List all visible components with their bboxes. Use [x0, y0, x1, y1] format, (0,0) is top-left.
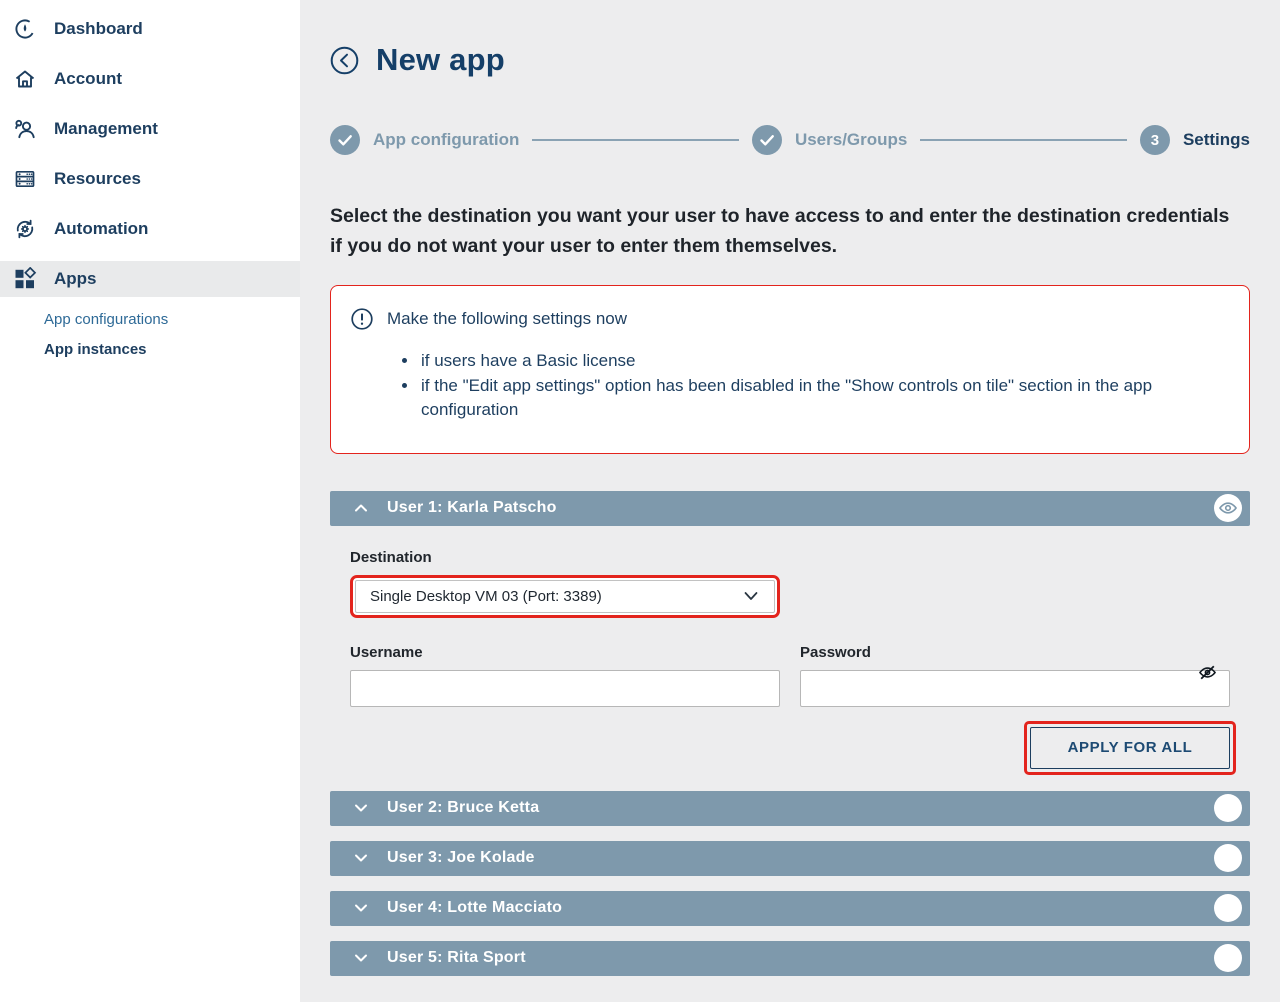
- check-circle-icon: [330, 125, 360, 155]
- exclamation-circle-icon: [351, 308, 373, 330]
- intro-text: Select the destination you want your use…: [330, 201, 1240, 261]
- step-label: Settings: [1183, 130, 1250, 150]
- accordion-user-3[interactable]: User 3: Joe Kolade: [330, 841, 1250, 876]
- password-label: Password: [800, 644, 1230, 661]
- sidebar-item-label: Automation: [54, 219, 148, 239]
- step-app-configuration[interactable]: App configuration: [330, 125, 519, 155]
- visibility-toggle[interactable]: [1214, 844, 1242, 872]
- home-icon: [13, 67, 37, 91]
- server-icon: [13, 167, 37, 191]
- user-accordion-title: User 5: Rita Sport: [387, 949, 526, 967]
- user-accordion-title: User 2: Bruce Ketta: [387, 799, 539, 817]
- back-button[interactable]: [330, 46, 359, 75]
- visibility-toggle[interactable]: [1214, 494, 1242, 522]
- stepper-connector: [532, 139, 739, 141]
- sidebar-item-automation[interactable]: Automation: [0, 204, 300, 254]
- gauge-icon: [13, 17, 37, 41]
- notice-box: Make the following settings now if users…: [330, 285, 1250, 454]
- password-input[interactable]: [800, 670, 1230, 707]
- visibility-toggle[interactable]: [1214, 894, 1242, 922]
- username-label: Username: [350, 644, 780, 661]
- page-title: New app: [376, 42, 505, 78]
- chevron-down-icon: [352, 899, 370, 917]
- automation-icon: [13, 217, 37, 241]
- apps-icon: [13, 267, 37, 291]
- password-field-group: Password: [800, 644, 1230, 707]
- user-1-settings-panel: Destination Single Desktop VM 03 (Port: …: [330, 549, 1250, 775]
- eye-icon: [1218, 498, 1238, 518]
- sidebar-item-label: Account: [54, 69, 122, 89]
- sidebar-item-account[interactable]: Account: [0, 54, 300, 104]
- user-accordion-title: User 1: Karla Patscho: [387, 499, 557, 517]
- sidebar-item-label: Apps: [54, 269, 97, 289]
- destination-selected-value: Single Desktop VM 03 (Port: 3389): [370, 588, 602, 605]
- sidebar-item-apps[interactable]: Apps: [0, 261, 300, 297]
- step-number-badge: 3: [1140, 125, 1170, 155]
- check-circle-icon: [752, 125, 782, 155]
- notice-title: Make the following settings now: [387, 309, 627, 329]
- visibility-toggle[interactable]: [1214, 944, 1242, 972]
- accordion-user-2[interactable]: User 2: Bruce Ketta: [330, 791, 1250, 826]
- notice-bullet: if users have a Basic license: [419, 349, 1225, 374]
- users-icon: [13, 117, 37, 141]
- apply-for-all-button[interactable]: APPLY FOR ALL: [1030, 727, 1230, 769]
- destination-label: Destination: [350, 549, 1250, 566]
- chevron-down-icon: [352, 949, 370, 967]
- sidebar-item-resources[interactable]: Resources: [0, 154, 300, 204]
- step-label: App configuration: [373, 130, 519, 150]
- user-accordion-title: User 3: Joe Kolade: [387, 849, 535, 867]
- notice-bullets: if users have a Basic license if the "Ed…: [419, 349, 1225, 423]
- chevron-down-icon: [352, 849, 370, 867]
- accordion-user-4[interactable]: User 4: Lotte Macciato: [330, 891, 1250, 926]
- user-accordion-title: User 4: Lotte Macciato: [387, 899, 562, 917]
- accordion-user-1[interactable]: User 1: Karla Patscho: [330, 491, 1250, 526]
- chevron-down-icon: [352, 799, 370, 817]
- page-header: New app: [330, 0, 1250, 78]
- sidebar-subitem-app-configurations[interactable]: App configurations: [0, 304, 300, 334]
- step-label: Users/Groups: [795, 130, 907, 150]
- main-content: New app App configuration Users/Groups 3…: [300, 0, 1280, 1002]
- apply-annotation-highlight: APPLY FOR ALL: [1024, 721, 1236, 775]
- visibility-toggle[interactable]: [1214, 794, 1242, 822]
- sidebar-item-label: Dashboard: [54, 19, 143, 39]
- destination-annotation-highlight: Single Desktop VM 03 (Port: 3389): [350, 575, 780, 618]
- sidebar-item-label: Management: [54, 119, 158, 139]
- username-input[interactable]: [350, 670, 780, 707]
- chevron-down-icon: [742, 587, 760, 605]
- sidebar-item-management[interactable]: Management: [0, 104, 300, 154]
- collapsed-users: User 2: Bruce Ketta User 3: Joe Kolade U…: [330, 791, 1250, 976]
- stepper-connector: [920, 139, 1127, 141]
- notice-bullet: if the "Edit app settings" option has be…: [419, 374, 1225, 423]
- sidebar-subitem-app-instances[interactable]: App instances: [0, 334, 300, 364]
- sidebar-item-dashboard[interactable]: Dashboard: [0, 4, 300, 54]
- chevron-up-icon: [352, 499, 370, 517]
- destination-select[interactable]: Single Desktop VM 03 (Port: 3389): [355, 580, 775, 613]
- step-settings[interactable]: 3 Settings: [1140, 125, 1250, 155]
- wizard-stepper: App configuration Users/Groups 3 Setting…: [330, 125, 1250, 155]
- accordion-user-5[interactable]: User 5: Rita Sport: [330, 941, 1250, 976]
- eye-slash-icon[interactable]: [1197, 662, 1218, 683]
- username-field-group: Username: [350, 644, 780, 707]
- sidebar-item-label: Resources: [54, 169, 141, 189]
- sidebar: Dashboard Account Management: [0, 0, 300, 1002]
- step-users-groups[interactable]: Users/Groups: [752, 125, 907, 155]
- apply-row: APPLY FOR ALL: [350, 721, 1250, 775]
